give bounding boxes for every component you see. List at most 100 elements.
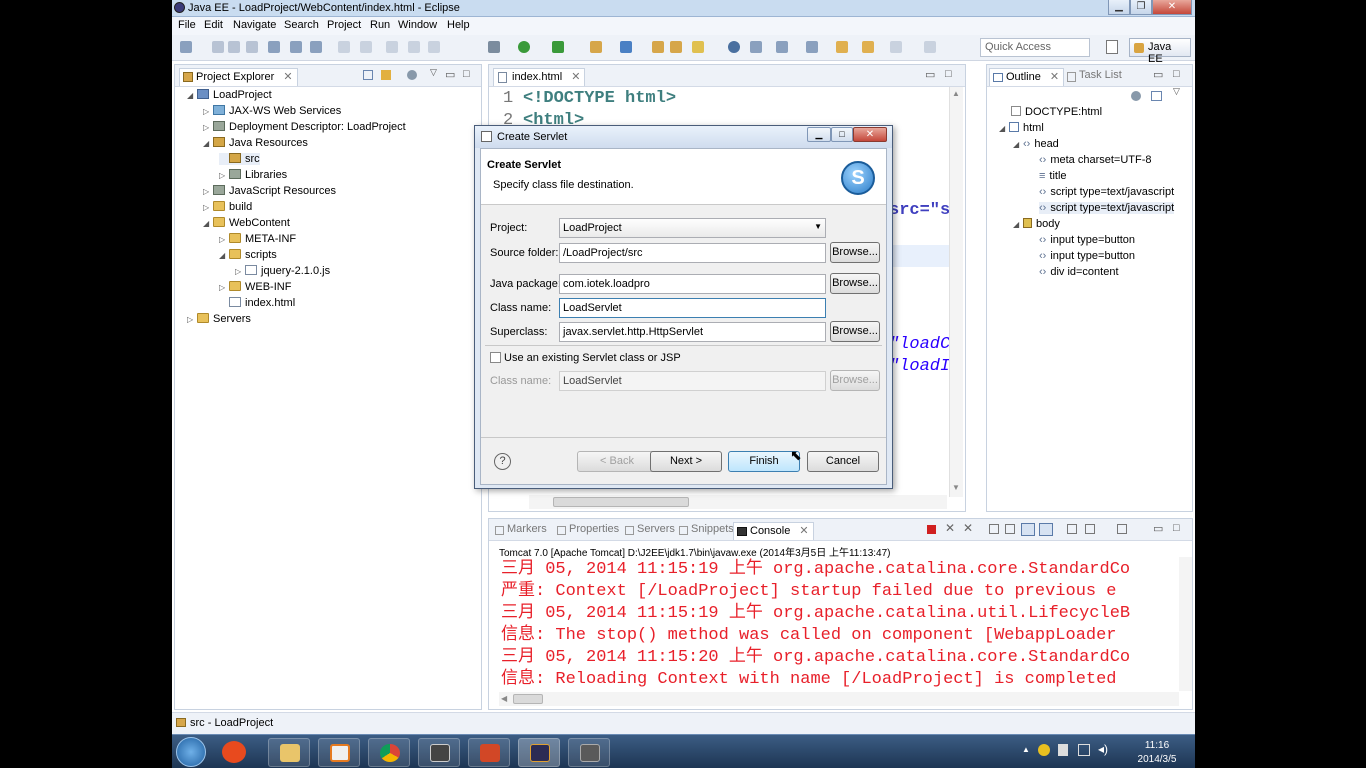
expanded-icon[interactable]: ◢ <box>219 251 229 260</box>
filter-icon[interactable] <box>407 70 417 80</box>
flag-icon[interactable] <box>1058 744 1068 756</box>
outline-collapse-icon[interactable] <box>1151 91 1162 101</box>
help-icon[interactable]: ? <box>494 453 511 470</box>
step-icon[interactable] <box>386 41 398 53</box>
wand-icon[interactable] <box>692 41 704 53</box>
collapsed-icon[interactable]: ▷ <box>219 235 229 244</box>
print-icon[interactable] <box>246 41 258 53</box>
quick-access-input[interactable]: Quick Access <box>980 38 1090 57</box>
maximize-button[interactable]: ❐ <box>1130 0 1152 15</box>
link-icon[interactable] <box>290 41 302 53</box>
console-output[interactable]: 三月 05, 2014 11:15:19 上午 org.apache.catal… <box>489 557 1179 691</box>
minimize-view-icon[interactable]: ▭ <box>1153 68 1163 81</box>
display-console-icon[interactable] <box>1085 524 1095 534</box>
save-all-icon[interactable] <box>228 41 240 53</box>
tree-item-scripts[interactable]: ◢ scripts <box>219 249 277 261</box>
source-folder-input[interactable]: /LoadProject/src <box>559 243 826 263</box>
server-icon[interactable] <box>488 41 500 53</box>
show-stderr-icon[interactable] <box>1039 523 1053 536</box>
menu-window[interactable]: Window <box>398 19 437 31</box>
open-console-icon[interactable] <box>1117 524 1127 534</box>
tree-item-libraries[interactable]: ▷ Libraries <box>219 169 287 181</box>
suspend-icon[interactable] <box>408 41 420 53</box>
taskbar-chrome[interactable] <box>368 738 410 767</box>
back-icon[interactable] <box>836 41 848 53</box>
forward-icon[interactable] <box>862 41 874 53</box>
minimize-view-icon[interactable]: ▭ <box>1153 522 1163 535</box>
clock[interactable]: 11:16 2014/3/5 <box>1127 739 1187 767</box>
back-button[interactable]: < Back <box>577 451 657 472</box>
console-horizontal-scrollbar[interactable]: ◀ <box>499 692 1179 706</box>
menu-run[interactable]: Run <box>370 19 390 31</box>
menu-edit[interactable]: Edit <box>204 19 223 31</box>
outline-item[interactable]: ◢ ‹› head <box>1013 138 1059 150</box>
outline-item[interactable]: ‹› input type=button <box>1039 234 1135 246</box>
tree-item-webcontent[interactable]: ◢ WebContent <box>203 217 290 229</box>
link-with-editor-icon[interactable] <box>381 70 391 80</box>
tab-properties[interactable]: Properties <box>555 522 619 539</box>
collapsed-icon[interactable]: ▷ <box>203 107 213 116</box>
remove-launch-icon[interactable]: ✕ <box>945 521 955 535</box>
pin-console-icon[interactable] <box>1067 524 1077 534</box>
search-tool-icon[interactable] <box>750 41 762 53</box>
tree-item-src[interactable]: src <box>219 153 260 165</box>
outline-item[interactable]: ‹› script type=text/javascript <box>1039 186 1174 198</box>
tab-project-explorer[interactable]: Project Explorer ✕ <box>179 68 298 86</box>
maximize-view-icon[interactable]: □ <box>1173 68 1180 80</box>
pin-icon[interactable] <box>924 41 936 53</box>
taskbar-media-player[interactable] <box>318 738 360 767</box>
app-icon[interactable] <box>222 741 246 763</box>
next-annotation-icon[interactable] <box>806 41 818 53</box>
use-existing-checkbox[interactable] <box>490 352 501 363</box>
expanded-icon[interactable]: ◢ <box>999 124 1009 133</box>
superclass-browse-button[interactable]: Browse... <box>830 321 880 342</box>
tree-item-web-inf[interactable]: ▷ WEB-INF <box>219 281 291 293</box>
scroll-thumb[interactable] <box>513 694 543 704</box>
java-package-browse-button[interactable]: Browse... <box>830 273 880 294</box>
existing-class-name-input[interactable]: LoadServlet <box>559 371 826 391</box>
terminate-icon[interactable] <box>428 41 440 53</box>
scroll-down-icon[interactable]: ▼ <box>952 483 960 492</box>
tree-item-build[interactable]: ▷ build <box>203 201 252 213</box>
collapsed-icon[interactable]: ▷ <box>219 171 229 180</box>
superclass-input[interactable]: javax.servlet.http.HttpServlet <box>559 322 826 342</box>
scroll-lock-icon[interactable] <box>1005 524 1015 534</box>
taskbar-eclipse[interactable] <box>518 738 560 767</box>
collapse-all-icon[interactable] <box>363 70 373 80</box>
outline-sort-icon[interactable] <box>1131 91 1141 101</box>
taskbar-powerpoint[interactable] <box>468 738 510 767</box>
clear-console-icon[interactable] <box>989 524 999 534</box>
perspective-java-ee[interactable]: Java EE <box>1129 38 1191 65</box>
collapsed-icon[interactable]: ▷ <box>203 187 213 196</box>
menu-help[interactable]: Help <box>447 19 470 31</box>
tab-task-list[interactable]: Task List <box>1065 68 1122 85</box>
tree-item-jquery[interactable]: ▷ jquery-2.1.0.js <box>235 265 330 277</box>
terminate-icon[interactable] <box>927 525 936 534</box>
outline-item[interactable]: ◢ body <box>1013 218 1060 230</box>
tree-item-deployment-descriptor[interactable]: ▷ Deployment Descriptor: LoadProject <box>203 121 406 133</box>
dialog-minimize-button[interactable]: ▁ <box>807 127 831 142</box>
maximize-view-icon[interactable]: □ <box>1173 522 1180 534</box>
nav-icon[interactable] <box>890 41 902 53</box>
menu-navigate[interactable]: Navigate <box>233 19 276 31</box>
tab-index-html[interactable]: index.html ✕ <box>493 68 586 86</box>
collapsed-icon[interactable]: ▷ <box>203 123 213 132</box>
redo-icon[interactable] <box>360 41 372 53</box>
expanded-icon[interactable]: ◢ <box>203 219 213 228</box>
tree-item-index-html[interactable]: index.html <box>219 297 295 309</box>
tray-app-icon[interactable] <box>1038 744 1050 756</box>
expanded-icon[interactable]: ◢ <box>1013 140 1023 149</box>
expanded-icon[interactable]: ◢ <box>187 91 197 100</box>
outline-item[interactable]: ‹› meta charset=UTF-8 <box>1039 154 1152 166</box>
open-perspective-icon[interactable] <box>1106 40 1118 54</box>
close-tab-icon[interactable]: ✕ <box>571 71 580 83</box>
collapsed-icon[interactable]: ▷ <box>219 283 229 292</box>
close-tab-icon[interactable]: ✕ <box>799 525 808 537</box>
console-vertical-scrollbar[interactable] <box>1179 557 1192 691</box>
save-icon[interactable] <box>212 41 224 53</box>
minimize-button[interactable]: ▁ <box>1108 0 1130 15</box>
java-package-input[interactable]: com.iotek.loadpro <box>559 274 826 294</box>
project-select[interactable]: LoadProject ▼ <box>559 218 826 238</box>
expanded-icon[interactable]: ◢ <box>203 139 213 148</box>
menu-search[interactable]: Search <box>284 19 319 31</box>
